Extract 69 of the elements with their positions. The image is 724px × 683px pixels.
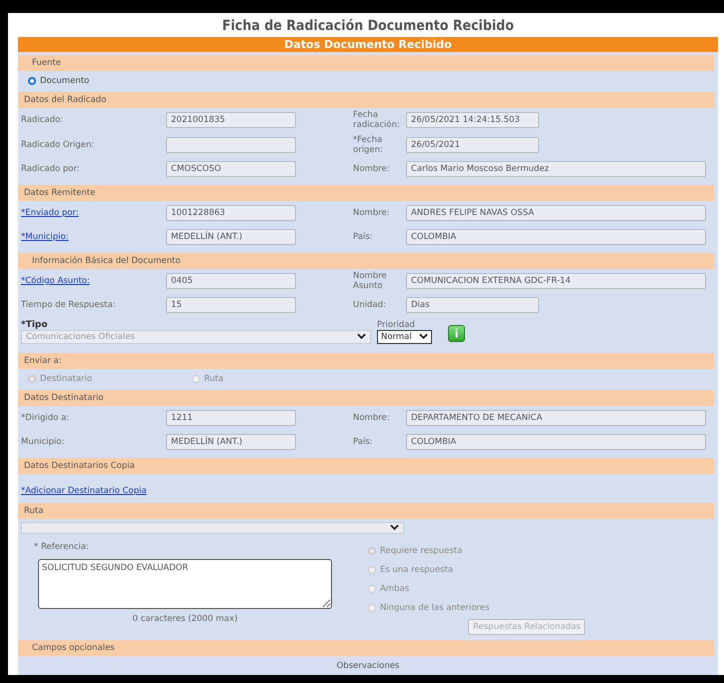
page-title: Ficha de Radicación Documento Recibido bbox=[221, 17, 515, 36]
info-icon bbox=[453, 328, 460, 338]
field-label: *Tipo bbox=[21, 320, 49, 330]
field-label: * Referencia: bbox=[33, 540, 90, 552]
field-label: País: bbox=[353, 437, 374, 448]
input-field[interactable]: COMUNICACION EXTERNA GDC-FR-14 bbox=[406, 272, 706, 289]
field-label: Prioridad bbox=[377, 320, 416, 330]
radio-label: Ambas bbox=[380, 584, 410, 594]
field-label: Nombre: bbox=[353, 208, 391, 218]
radio-label: Es una respuesta bbox=[380, 564, 454, 574]
section-header: Datos Destinatarios Copia bbox=[18, 458, 714, 474]
field-label: Nombre: bbox=[353, 412, 391, 423]
section-header: Ruta bbox=[18, 502, 714, 518]
dropdown[interactable] bbox=[21, 522, 404, 534]
dropdown[interactable]: Normal bbox=[377, 330, 432, 344]
input-field[interactable]: COLOMBIA bbox=[406, 229, 706, 246]
field-label: *Dirigido a: bbox=[20, 412, 70, 423]
section-header: Datos Destinatario bbox=[18, 390, 714, 406]
input-field[interactable]: 0405 bbox=[166, 272, 296, 289]
section-header: Datos Remitente bbox=[18, 184, 714, 200]
field-label: *Fecha origen: bbox=[353, 134, 384, 155]
field-label: Nombre: bbox=[353, 164, 391, 174]
input-field[interactable]: 26/05/2021 14:24:15.503 bbox=[406, 112, 539, 128]
field-label: País: bbox=[353, 232, 374, 242]
add-link[interactable]: *Adicionar Destinatario Copia bbox=[21, 486, 147, 496]
field-link[interactable]: *Enviado por: bbox=[18, 208, 166, 218]
input-field[interactable]: 2021001835 bbox=[166, 112, 296, 128]
section-header: Información Básica del Documento bbox=[18, 252, 714, 268]
input-field[interactable]: CMOSCOSO bbox=[166, 161, 296, 178]
field-label: Unidad: bbox=[353, 300, 387, 310]
field-label: Nombre Asunto bbox=[353, 270, 388, 291]
field-label: Fecha radicación: bbox=[353, 110, 401, 130]
input-field[interactable]: 1001228863 bbox=[166, 204, 296, 221]
section-header: Enviar a: bbox=[18, 352, 714, 368]
text-area[interactable]: SOLICITUD SEGUNDO EVALUADOR bbox=[38, 558, 332, 608]
radio-label: Ruta bbox=[204, 374, 224, 384]
input-field[interactable]: Dias bbox=[406, 297, 539, 314]
section-header: Fuente bbox=[18, 55, 714, 71]
form-header: Datos Documento Recibido bbox=[18, 37, 718, 52]
input-field[interactable]: ANDRES FELIPE NAVAS OSSA bbox=[406, 204, 706, 221]
input-field[interactable]: 15 bbox=[166, 297, 296, 314]
radio-label: Ninguna de las anteriores bbox=[380, 602, 490, 612]
input-field[interactable] bbox=[166, 136, 296, 153]
field-label: Radicado por: bbox=[20, 164, 81, 174]
chevron-icon bbox=[390, 524, 399, 531]
radio-label: Requiere respuesta bbox=[380, 546, 462, 556]
field-label: Municipio: bbox=[20, 437, 66, 448]
section-caption: Observaciones bbox=[336, 660, 400, 670]
radio-button[interactable] bbox=[28, 77, 36, 85]
field-label: Radicado Origen: bbox=[20, 140, 96, 150]
field-label: Radicado: bbox=[20, 115, 64, 126]
field-label: Tiempo de Respuesta: bbox=[20, 300, 116, 310]
input-field[interactable]: COLOMBIA bbox=[406, 434, 706, 450]
input-field[interactable]: 26/05/2021 bbox=[406, 136, 539, 153]
input-field[interactable]: MEDELLÍN (ANT.) bbox=[166, 434, 296, 450]
character-counter: 0 caracteres (2000 max) bbox=[131, 614, 239, 624]
chevron-icon bbox=[357, 333, 366, 340]
input-field[interactable]: DEPARTAMENTO DE MECANICA bbox=[406, 410, 706, 426]
input-field[interactable]: 1211 bbox=[166, 410, 296, 426]
field-link[interactable]: *Municipio: bbox=[18, 232, 166, 242]
radio-label: Destinatario bbox=[40, 374, 92, 384]
radio-label: Documento bbox=[40, 76, 90, 86]
input-field[interactable]: Carlos Mario Moscoso Bermudez bbox=[406, 161, 706, 178]
section-header: Campos opcionales bbox=[18, 640, 714, 656]
chevron-icon bbox=[419, 333, 428, 340]
input-field[interactable]: MEDELLÍN (ANT.) bbox=[166, 229, 296, 246]
info-button[interactable] bbox=[448, 324, 465, 342]
field-link[interactable]: *Código Asunto: bbox=[18, 276, 166, 286]
section-header: Datos del Radicado bbox=[18, 92, 714, 108]
